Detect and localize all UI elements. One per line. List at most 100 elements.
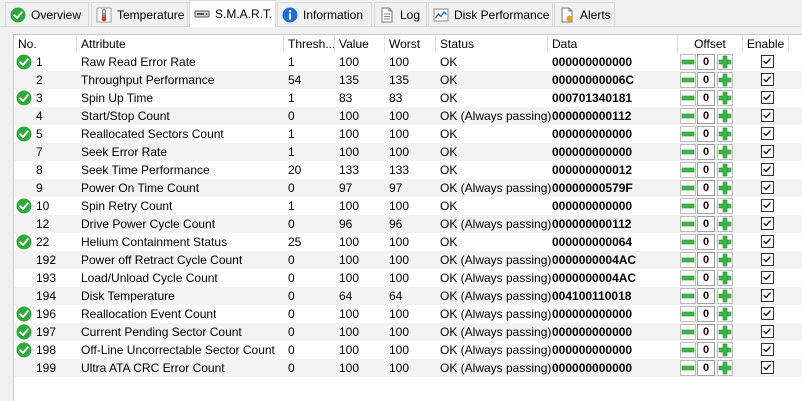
table-row[interactable]: 198 Off-Line Uncorrectable Sector Count 0 1… — [14, 341, 802, 359]
offset-increase-button[interactable] — [717, 54, 733, 70]
table-row[interactable]: 4 Start/Stop Count 0 100 100 OK (Always passi… — [14, 107, 802, 125]
offset-increase-button[interactable] — [717, 270, 733, 286]
enable-checkbox[interactable] — [761, 55, 774, 68]
table-row[interactable]: 196 Reallocation Event Count 0 100 100 OK (Al… — [14, 305, 802, 323]
offset-decrease-button[interactable] — [680, 144, 696, 160]
offset-increase-button[interactable] — [717, 144, 733, 160]
offset-increase-button[interactable] — [717, 342, 733, 358]
table-row[interactable]: 1 Raw Read Error Rate 1 100 100 OK 00000000000… — [14, 53, 802, 71]
offset-value[interactable]: 0 — [697, 54, 715, 70]
offset-stepper[interactable]: 0 — [679, 234, 734, 250]
table-row[interactable]: 10 Spin Retry Count 1 100 100 OK 000000000000 0 — [14, 197, 802, 215]
enable-checkbox[interactable] — [761, 145, 774, 158]
offset-decrease-button[interactable] — [680, 216, 696, 232]
offset-value[interactable]: 0 — [697, 324, 715, 340]
offset-stepper[interactable]: 0 — [679, 306, 734, 322]
offset-decrease-button[interactable] — [680, 252, 696, 268]
table-row[interactable]: 5 Reallocated Sectors Count 1 100 100 OK 00000… — [14, 125, 802, 143]
enable-checkbox[interactable] — [761, 271, 774, 284]
offset-increase-button[interactable] — [717, 252, 733, 268]
offset-stepper[interactable]: 0 — [679, 144, 734, 160]
offset-decrease-button[interactable] — [680, 306, 696, 322]
enable-checkbox[interactable] — [761, 217, 774, 230]
enable-checkbox[interactable] — [761, 73, 774, 86]
offset-decrease-button[interactable] — [680, 180, 696, 196]
offset-value[interactable]: 0 — [697, 72, 715, 88]
offset-stepper[interactable]: 0 — [679, 288, 734, 304]
offset-stepper[interactable]: 0 — [679, 252, 734, 268]
offset-decrease-button[interactable] — [680, 108, 696, 124]
column-header-worst[interactable]: Worst — [385, 35, 436, 53]
offset-value[interactable]: 0 — [697, 270, 715, 286]
table-row[interactable]: 199 Ultra ATA CRC Error Count 0 100 100 OK (A… — [14, 359, 802, 377]
offset-stepper[interactable]: 0 — [679, 270, 734, 286]
offset-decrease-button[interactable] — [680, 270, 696, 286]
offset-value[interactable]: 0 — [697, 180, 715, 196]
offset-decrease-button[interactable] — [680, 324, 696, 340]
offset-decrease-button[interactable] — [680, 90, 696, 106]
offset-decrease-button[interactable] — [680, 198, 696, 214]
enable-checkbox[interactable] — [761, 235, 774, 248]
enable-checkbox[interactable] — [761, 109, 774, 122]
enable-checkbox[interactable] — [761, 253, 774, 266]
table-row[interactable]: 8 Seek Time Performance 20 133 133 OK 00000000… — [14, 161, 802, 179]
column-header-attribute[interactable]: Attribute — [77, 35, 284, 53]
offset-value[interactable]: 0 — [697, 342, 715, 358]
tab-smart[interactable]: S.M.A.R.T. — [189, 0, 276, 27]
offset-decrease-button[interactable] — [680, 54, 696, 70]
column-header-data[interactable]: Data — [548, 35, 678, 53]
column-header-no[interactable]: No. — [14, 35, 77, 53]
tab-log[interactable]: Log — [374, 2, 427, 26]
enable-checkbox[interactable] — [761, 181, 774, 194]
enable-checkbox[interactable] — [761, 91, 774, 104]
offset-increase-button[interactable] — [717, 324, 733, 340]
offset-decrease-button[interactable] — [680, 288, 696, 304]
offset-value[interactable]: 0 — [697, 234, 715, 250]
offset-value[interactable]: 0 — [697, 162, 715, 178]
offset-value[interactable]: 0 — [697, 216, 715, 232]
enable-checkbox[interactable] — [761, 343, 774, 356]
offset-value[interactable]: 0 — [697, 126, 715, 142]
enable-checkbox[interactable] — [761, 325, 774, 338]
offset-stepper[interactable]: 0 — [679, 108, 734, 124]
offset-stepper[interactable]: 0 — [679, 90, 734, 106]
table-row[interactable]: 193 Load/Unload Cycle Count 0 100 100 OK (Alw… — [14, 269, 802, 287]
offset-increase-button[interactable] — [717, 234, 733, 250]
tab-alerts[interactable]: Alerts — [554, 2, 615, 26]
column-header-value[interactable]: Value — [335, 35, 385, 53]
table-row[interactable]: 197 Current Pending Sector Count 0 100 100 OK… — [14, 323, 802, 341]
enable-checkbox[interactable] — [761, 289, 774, 302]
table-row[interactable]: 9 Power On Time Count 0 97 97 OK (Always pass… — [14, 179, 802, 197]
offset-increase-button[interactable] — [717, 90, 733, 106]
offset-increase-button[interactable] — [717, 126, 733, 142]
offset-increase-button[interactable] — [717, 180, 733, 196]
column-header-status[interactable]: Status — [436, 35, 548, 53]
column-header-offset[interactable]: Offset — [678, 35, 743, 53]
offset-stepper[interactable]: 0 — [679, 342, 734, 358]
table-row[interactable]: 2 Throughput Performance 54 135 135 OK 0000000… — [14, 71, 802, 89]
table-row[interactable]: 192 Power off Retract Cycle Count 0 100 100 O… — [14, 251, 802, 269]
column-header-enable[interactable]: Enable — [743, 35, 789, 53]
offset-increase-button[interactable] — [717, 216, 733, 232]
offset-value[interactable]: 0 — [697, 252, 715, 268]
enable-checkbox[interactable] — [761, 127, 774, 140]
offset-stepper[interactable]: 0 — [679, 54, 734, 70]
offset-increase-button[interactable] — [717, 72, 733, 88]
offset-stepper[interactable]: 0 — [679, 162, 734, 178]
offset-value[interactable]: 0 — [697, 198, 715, 214]
table-row[interactable]: 3 Spin Up Time 1 83 83 OK 000701340181 0 — [14, 89, 802, 107]
tab-temperature[interactable]: Temperature — [91, 2, 188, 26]
offset-decrease-button[interactable] — [680, 126, 696, 142]
offset-value[interactable]: 0 — [697, 288, 715, 304]
enable-checkbox[interactable] — [761, 361, 774, 374]
offset-stepper[interactable]: 0 — [679, 180, 734, 196]
offset-value[interactable]: 0 — [697, 90, 715, 106]
offset-stepper[interactable]: 0 — [679, 126, 734, 142]
offset-value[interactable]: 0 — [697, 108, 715, 124]
offset-decrease-button[interactable] — [680, 234, 696, 250]
offset-increase-button[interactable] — [717, 306, 733, 322]
offset-stepper[interactable]: 0 — [679, 324, 734, 340]
offset-decrease-button[interactable] — [680, 72, 696, 88]
offset-increase-button[interactable] — [717, 162, 733, 178]
offset-stepper[interactable]: 0 — [679, 198, 734, 214]
